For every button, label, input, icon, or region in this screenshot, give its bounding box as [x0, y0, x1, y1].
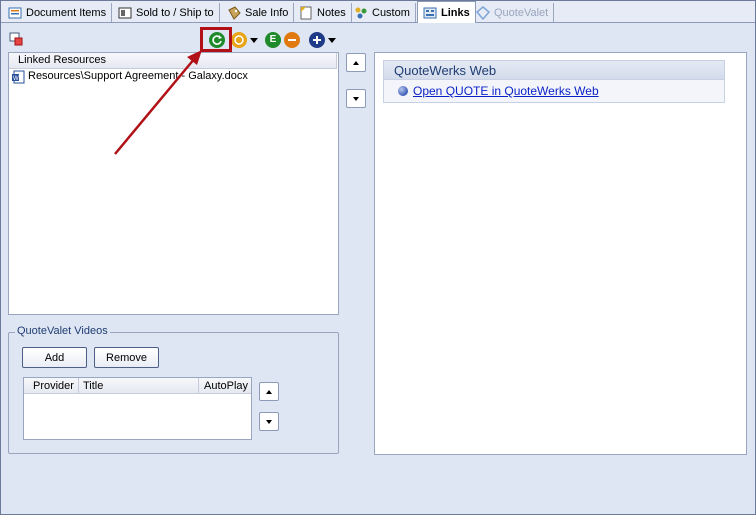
- coin-dropdown-icon[interactable]: [250, 38, 258, 43]
- linked-resources-list[interactable]: Linked Resources W Resources\Support Agr…: [8, 52, 339, 315]
- tab-quotevalet[interactable]: QuoteValet: [471, 3, 555, 22]
- arrow-up-icon: [353, 60, 359, 65]
- tab-label: QuoteValet: [494, 6, 549, 19]
- arrow-down-icon: [266, 419, 272, 424]
- quotewerks-web-panel: QuoteWerks Web Open QUOTE in QuoteWerks …: [374, 52, 747, 455]
- add-dropdown-icon[interactable]: [328, 38, 336, 43]
- link-tool-icon[interactable]: [9, 32, 25, 48]
- quotevalet-videos-label: QuoteValet Videos: [15, 325, 110, 337]
- bullet-icon: [398, 86, 408, 96]
- links-tab-window: Document Items Sold to / Ship to Sale In…: [0, 0, 756, 515]
- tab-label: Document Items: [26, 6, 107, 19]
- column-autoplay[interactable]: AutoPlay: [199, 378, 251, 394]
- document-items-icon: [8, 6, 22, 20]
- column-provider[interactable]: Provider: [24, 378, 79, 394]
- coin-icon[interactable]: [231, 32, 247, 48]
- tab-label: Sale Info: [245, 6, 289, 19]
- tab-label: Notes: [317, 6, 346, 19]
- move-down-button[interactable]: [346, 89, 366, 108]
- quotewerks-web-box: QuoteWerks Web Open QUOTE in QuoteWerks …: [383, 60, 725, 103]
- tab-document-items[interactable]: Document Items: [3, 3, 113, 22]
- remove-button[interactable]: Remove: [94, 347, 159, 368]
- tab-sale-info[interactable]: Sale Info: [222, 3, 295, 22]
- links-icon: [423, 6, 437, 20]
- tab-label: Links: [441, 6, 470, 19]
- list-item-label: Resources\Support Agreement - Galaxy.doc…: [28, 70, 248, 82]
- tab-sold-to-ship-to[interactable]: Sold to / Ship to: [113, 3, 220, 22]
- word-doc-icon: W: [12, 70, 26, 84]
- open-quote-link[interactable]: Open QUOTE in QuoteWerks Web: [384, 80, 724, 102]
- column-title[interactable]: Title: [79, 378, 199, 394]
- tab-notes[interactable]: Notes: [294, 3, 352, 22]
- annotation-highlight-box: [200, 27, 232, 52]
- tab-bar: Document Items Sold to / Ship to Sale In…: [1, 1, 755, 23]
- list-item[interactable]: W Resources\Support Agreement - Galaxy.d…: [9, 69, 338, 84]
- custom-icon: [354, 6, 368, 20]
- add-icon[interactable]: [309, 32, 325, 48]
- quotewerks-web-title: QuoteWerks Web: [384, 61, 724, 80]
- links-toolbar: E: [1, 29, 755, 51]
- notes-icon: [299, 6, 313, 20]
- arrow-up-icon: [266, 389, 272, 394]
- tab-custom[interactable]: Custom: [349, 3, 416, 22]
- sold-to-icon: [118, 6, 132, 20]
- svg-text:W: W: [13, 76, 19, 82]
- tab-links[interactable]: Links: [417, 1, 476, 23]
- remove-icon[interactable]: [284, 32, 300, 48]
- open-quote-link-label: Open QUOTE in QuoteWerks Web: [413, 84, 599, 98]
- add-button[interactable]: Add: [22, 347, 87, 368]
- videos-grid-header: Provider Title AutoPlay: [24, 378, 251, 394]
- tab-label: Sold to / Ship to: [136, 6, 214, 19]
- video-move-down-button[interactable]: [259, 412, 279, 431]
- move-up-button[interactable]: [346, 53, 366, 72]
- linked-resources-header[interactable]: Linked Resources: [9, 53, 337, 69]
- video-move-up-button[interactable]: [259, 382, 279, 401]
- tab-label: Custom: [372, 6, 410, 19]
- sale-info-icon: [227, 5, 241, 20]
- e-icon[interactable]: E: [265, 32, 281, 48]
- arrow-down-icon: [353, 96, 359, 101]
- quotevalet-icon: [475, 5, 491, 20]
- videos-grid[interactable]: Provider Title AutoPlay: [23, 377, 252, 440]
